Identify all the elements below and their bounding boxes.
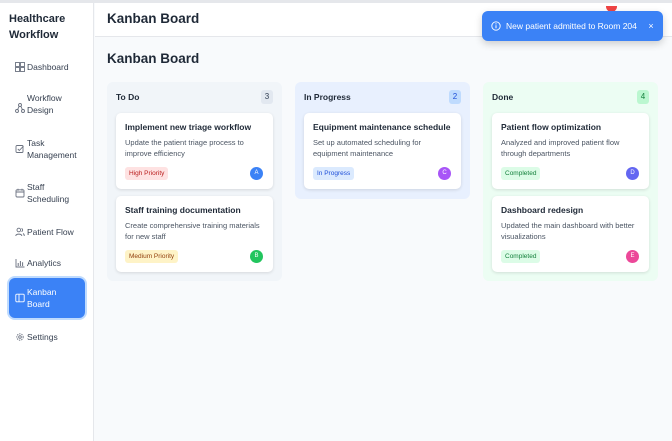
calendar-icon	[15, 188, 25, 198]
avatar: B	[250, 250, 263, 263]
kanban-card[interactable]: Staff training documentation Create comp…	[116, 196, 273, 272]
kanban-column-in-progress: In Progress 2 Equipment maintenance sche…	[295, 82, 470, 199]
sidebar-label-line: Kanban	[27, 287, 57, 297]
sidebar-item-label: Analytics	[27, 258, 62, 268]
sidebar-label-line: Design	[27, 105, 54, 115]
sidebar-label-line: Board	[27, 299, 50, 309]
sidebar-item-label: Patient Flow	[27, 227, 74, 237]
sidebar-label-line: Workflow	[27, 93, 62, 103]
card-title: Staff training documentation	[125, 205, 241, 215]
avatar: D	[626, 167, 639, 180]
info-circle-icon	[491, 21, 501, 31]
notification-toast: New patient admitted to Room 204 ×	[482, 11, 663, 41]
kanban-card[interactable]: Dashboard redesign Updated the main dash…	[492, 196, 649, 272]
brand-line-1: Healthcare	[9, 13, 66, 25]
column-title: In Progress	[304, 92, 351, 102]
kanban-column-done: Done 4 Patient flow optimization Analyze…	[483, 82, 658, 281]
sidebar-item-label: Dashboard	[27, 62, 69, 72]
status-badge: Completed	[501, 167, 541, 180]
app-brand: Healthcare Workflow	[9, 11, 65, 43]
sidebar-item-task-management[interactable]: Task Management	[9, 135, 85, 163]
card-title: Dashboard redesign	[501, 205, 584, 215]
kanban-column-todo: To Do 3 Implement new triage workflow Up…	[107, 82, 282, 281]
column-title: Done	[492, 92, 514, 102]
sidebar-item-label: Settings	[27, 332, 58, 342]
column-count-badge: 3	[261, 90, 273, 104]
sidebar-label-line: Scheduling	[27, 194, 70, 204]
bar-chart-icon	[15, 259, 25, 268]
toast-message: New patient admitted to Room 204	[506, 21, 637, 31]
sidebar-item-dashboard[interactable]: Dashboard	[9, 59, 85, 75]
priority-badge: High Priority	[125, 167, 169, 180]
card-description: Update the patient triage process to imp…	[125, 138, 244, 158]
sidebar: Healthcare Workflow Dashboard Workflow D…	[0, 3, 94, 441]
avatar: C	[438, 167, 451, 180]
kanban-card[interactable]: Patient flow optimization Analyzed and i…	[492, 113, 649, 189]
sidebar-item-patient-flow[interactable]: Patient Flow	[9, 224, 85, 240]
sidebar-item-label: Kanban Board	[27, 286, 56, 310]
sidebar-item-staff-scheduling[interactable]: Staff Scheduling	[9, 179, 85, 207]
checkbox-icon	[15, 145, 24, 153]
card-description: Analyzed and improved patient flow throu…	[501, 138, 620, 158]
users-icon	[15, 227, 25, 237]
sidebar-item-workflow-design[interactable]: Workflow Design	[9, 90, 85, 118]
kanban-card[interactable]: Equipment maintenance schedule Set up au…	[304, 113, 461, 189]
columns-icon	[15, 293, 25, 303]
card-title: Equipment maintenance schedule	[313, 122, 451, 132]
card-description: Set up automated scheduling for equipmen…	[313, 138, 421, 158]
sidebar-item-analytics[interactable]: Analytics	[9, 255, 85, 271]
gear-icon	[16, 333, 24, 341]
sidebar-label-line: Task	[27, 138, 45, 148]
status-badge: In Progress	[313, 167, 355, 180]
page-title: Kanban Board	[107, 51, 200, 66]
sidebar-item-label: Task Management	[27, 137, 77, 161]
card-title: Implement new triage workflow	[125, 122, 252, 132]
avatar: E	[626, 250, 639, 263]
avatar: A	[250, 167, 263, 180]
card-title: Patient flow optimization	[501, 122, 602, 132]
column-count-badge: 2	[449, 90, 461, 104]
brand-line-2: Workflow	[9, 29, 59, 41]
status-badge: Completed	[501, 250, 541, 263]
column-count-badge: 4	[637, 90, 649, 104]
sidebar-label-line: Staff	[27, 182, 45, 192]
card-description: Create comprehensive training materials …	[125, 221, 260, 241]
sidebar-item-label: Staff Scheduling	[27, 181, 69, 205]
workflow-nodes-icon	[15, 103, 25, 113]
toast-close-button[interactable]: ×	[645, 21, 657, 31]
sidebar-item-settings[interactable]: Settings	[9, 329, 85, 345]
column-title: To Do	[116, 92, 140, 102]
card-description: Updated the main dashboard with better v…	[501, 221, 635, 241]
kanban-card[interactable]: Implement new triage workflow Update the…	[116, 113, 273, 189]
dashboard-grid-icon	[15, 62, 25, 72]
header-title: Kanban Board	[107, 11, 200, 26]
sidebar-item-kanban-board[interactable]: Kanban Board	[9, 278, 85, 318]
sidebar-label-line: Management	[27, 150, 77, 160]
sidebar-item-label: Workflow Design	[27, 92, 62, 116]
priority-badge: Medium Priority	[125, 250, 179, 263]
